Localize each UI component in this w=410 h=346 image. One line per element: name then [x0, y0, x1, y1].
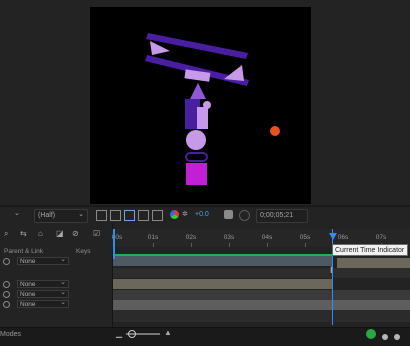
tick-label: 03s	[223, 234, 235, 241]
current-time-indicator-head[interactable]	[329, 233, 337, 240]
color-channels-icon[interactable]	[170, 210, 179, 219]
system-status-icon	[366, 329, 376, 339]
region-of-interest-icon[interactable]	[96, 210, 107, 221]
torso-light	[197, 107, 208, 129]
header-keys: Keys	[76, 248, 91, 255]
parent-dropdown[interactable]: None	[17, 289, 69, 298]
layer-track-bar[interactable]	[337, 258, 410, 268]
frame-blend-icon[interactable]: ☑	[93, 229, 100, 238]
layer-track-bar[interactable]	[113, 290, 410, 300]
system-tray-icon	[394, 334, 400, 340]
layer-controls: ⌕ ⇆ ⌂ ◪ ⊘ ☑ Parent & Link Keys None None…	[0, 223, 113, 327]
tick-mark	[191, 243, 192, 247]
current-timecode[interactable]: 0;00;05;21	[256, 209, 308, 223]
tick-label: 01s	[147, 234, 159, 241]
parent-pickwhip-icon[interactable]	[3, 291, 10, 298]
belly-circle	[186, 130, 206, 150]
exposure-icon[interactable]: ✲	[182, 210, 191, 219]
tick-mark	[305, 243, 306, 247]
ring-outline	[185, 152, 208, 162]
layer-row[interactable]: None	[0, 256, 112, 266]
system-tray-icon	[382, 334, 388, 340]
layer-track-bar[interactable]	[113, 279, 332, 289]
timeline-search-icon[interactable]: ⌕	[4, 229, 8, 239]
draft-3d-icon[interactable]: ⌂	[38, 229, 43, 238]
timeline-panel: ⌕ ⇆ ⌂ ◪ ⊘ ☑ Parent & Link Keys None None…	[0, 223, 410, 346]
base-block	[186, 163, 207, 185]
status-bar: Modes ▁ ▲	[0, 327, 410, 346]
lower-bar	[145, 55, 249, 86]
parent-pickwhip-icon[interactable]	[3, 258, 10, 265]
transparency-grid-icon[interactable]	[110, 210, 121, 221]
layer-row[interactable]: None	[0, 279, 112, 289]
parent-dropdown[interactable]: None	[17, 299, 69, 308]
composition-toolbar: ⌄ (Half) ⌄ ✲ +0.0 0;00;05;21	[0, 206, 410, 223]
modes-toggle[interactable]: Modes	[0, 331, 21, 338]
layer-track-bar[interactable]	[113, 300, 410, 310]
tick-mark	[229, 243, 230, 247]
tick-label: 06s	[337, 234, 349, 241]
text-cursor-icon: I	[330, 265, 333, 275]
right-triangle	[224, 65, 244, 81]
chevron-down-icon: ⌄	[78, 211, 84, 218]
orange-ball	[270, 126, 280, 136]
tick-label: 02s	[185, 234, 197, 241]
resolution-dropdown[interactable]: (Half) ⌄	[34, 209, 88, 223]
green-in-out-bar	[113, 254, 332, 256]
tooltip: Current Time Indicator	[332, 244, 408, 256]
layer-row[interactable]: None	[0, 299, 112, 309]
parent-dropdown[interactable]: None	[17, 279, 69, 288]
magnification-dropdown[interactable]: ⌄	[0, 209, 22, 221]
exposure-value[interactable]: +0.0	[195, 209, 209, 221]
show-snapshot-icon[interactable]	[239, 210, 250, 221]
zoom-slider-handle[interactable]	[128, 330, 136, 338]
torso-dot	[203, 101, 211, 109]
resolution-value: (Half)	[38, 212, 56, 219]
parent-dropdown[interactable]: None	[17, 256, 69, 265]
channel-icon[interactable]	[152, 210, 163, 221]
graph-editor-icon[interactable]: ⊘	[72, 229, 79, 238]
layer-track-bar[interactable]	[113, 256, 332, 266]
zoom-out-icon[interactable]: ▁	[116, 329, 122, 338]
work-area-start-marker[interactable]	[113, 229, 115, 259]
header-parent-link: Parent & Link	[4, 248, 44, 255]
tick-label: 04s	[261, 234, 273, 241]
parent-pickwhip-icon[interactable]	[3, 301, 10, 308]
layer-track-bar[interactable]	[113, 268, 410, 278]
mask-visibility-icon[interactable]	[124, 210, 135, 221]
upper-bar	[146, 33, 248, 59]
head-triangle	[190, 83, 206, 99]
chevron-down-icon: ⌄	[14, 210, 20, 217]
composition-flowchart-icon[interactable]: ⇆	[20, 229, 27, 238]
tick-label: 05s	[299, 234, 311, 241]
tick-mark	[153, 243, 154, 247]
grid-guides-icon[interactable]	[138, 210, 149, 221]
parent-pickwhip-icon[interactable]	[3, 281, 10, 288]
composition-canvas[interactable]	[90, 7, 311, 204]
tick-label: 07s	[375, 234, 387, 241]
camera-snapshot-icon[interactable]	[224, 210, 233, 219]
layer-row[interactable]: None	[0, 289, 112, 299]
motion-blur-icon[interactable]: ◪	[56, 229, 64, 238]
layer-track-bar[interactable]	[113, 310, 410, 322]
composition-artwork	[145, 33, 280, 185]
composition-panel	[0, 0, 410, 205]
zoom-in-icon[interactable]: ▲	[164, 328, 172, 337]
tick-mark	[267, 243, 268, 247]
